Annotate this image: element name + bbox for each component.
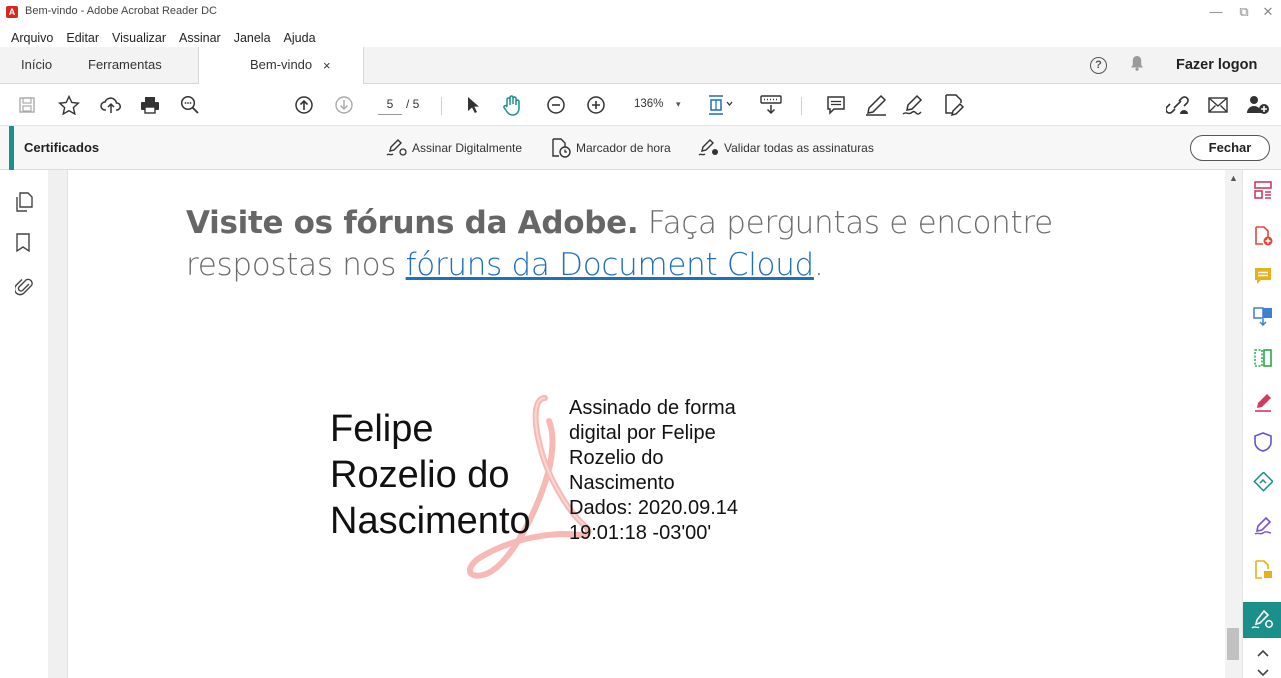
menu-editar[interactable]: Editar bbox=[55, 31, 101, 45]
signer-name-line: Felipe bbox=[330, 408, 434, 450]
scroll-thumb[interactable] bbox=[1227, 628, 1239, 660]
minimize-button[interactable]: — bbox=[1206, 4, 1226, 19]
highlight-pen-icon[interactable] bbox=[864, 93, 888, 117]
main-toolbar: 5 / 5 136% ▾ bbox=[0, 84, 1281, 126]
send-for-review-icon[interactable] bbox=[1253, 471, 1274, 492]
signature-details: Assinado de forma digital por Felipe Roz… bbox=[569, 397, 739, 544]
chevron-up-icon[interactable] bbox=[1257, 648, 1269, 660]
page-number-input[interactable]: 5 bbox=[378, 93, 402, 115]
signer-name: Felipe Rozelio do Nascimento bbox=[330, 406, 531, 544]
sign-pen-icon[interactable] bbox=[902, 93, 928, 117]
search-zoom-icon[interactable] bbox=[180, 93, 200, 117]
email-icon[interactable] bbox=[1208, 93, 1228, 117]
menu-bar: Arquivo Editar Visualizar Assinar Janela… bbox=[0, 31, 318, 45]
compress-pages-icon[interactable] bbox=[1253, 348, 1273, 368]
vertical-scrollbar[interactable]: ▲ bbox=[1225, 170, 1242, 678]
sign-digitally-label: Assinar Digitalmente bbox=[412, 141, 523, 155]
organize-pages-icon[interactable] bbox=[1253, 180, 1273, 200]
share-link-icon[interactable] bbox=[1166, 93, 1190, 117]
tab-bem-vindo-label: Bem-vindo bbox=[250, 57, 313, 72]
chevron-down-icon[interactable] bbox=[1257, 668, 1269, 678]
comment-icon[interactable] bbox=[826, 93, 846, 117]
page-down-icon[interactable] bbox=[334, 93, 354, 117]
menu-ajuda[interactable]: Ajuda bbox=[273, 31, 318, 45]
fill-sign-tool-icon[interactable] bbox=[1253, 392, 1273, 412]
toolbar-divider bbox=[801, 97, 802, 115]
protect-shield-icon[interactable] bbox=[1253, 432, 1273, 452]
zoom-select[interactable]: 136% bbox=[634, 93, 663, 115]
request-signature-icon[interactable] bbox=[1253, 516, 1273, 536]
menu-visualizar[interactable]: Visualizar bbox=[101, 31, 168, 45]
forum-paragraph: Visite os fóruns da Adobe. Faça pergunta… bbox=[186, 202, 1196, 286]
timestamp-icon bbox=[552, 138, 571, 158]
tab-home[interactable]: Início bbox=[21, 47, 52, 84]
left-nav-panel: ◀ bbox=[0, 170, 59, 678]
create-pdf-icon[interactable] bbox=[1253, 226, 1273, 246]
close-tab-icon[interactable]: × bbox=[323, 47, 331, 84]
chevron-down-icon[interactable]: ▾ bbox=[676, 93, 681, 115]
bookmarks-icon[interactable] bbox=[15, 233, 35, 253]
comment-tool-icon[interactable] bbox=[1253, 266, 1273, 286]
acrobat-icon: A bbox=[6, 6, 18, 18]
close-certificates-button[interactable]: Fechar bbox=[1190, 135, 1270, 161]
window-title: Bem-vindo - Adobe Acrobat Reader DC bbox=[25, 5, 217, 17]
sign-digitally-button[interactable]: Assinar Digitalmente bbox=[386, 126, 522, 170]
export-pdf-icon[interactable] bbox=[1253, 306, 1273, 327]
scroll-up-icon[interactable]: ▲ bbox=[1229, 173, 1238, 183]
bookmark-star-icon[interactable] bbox=[58, 93, 80, 117]
tab-bem-vindo[interactable]: Bem-vindo bbox=[198, 47, 364, 85]
attachment-icon[interactable] bbox=[13, 276, 35, 296]
restore-button[interactable]: ⧉ bbox=[1234, 4, 1254, 20]
right-tools-rail bbox=[1242, 170, 1281, 678]
validate-signatures-button[interactable]: Validar todas as assinaturas bbox=[698, 126, 874, 170]
keyboard-scroll-icon[interactable] bbox=[760, 93, 782, 117]
bell-icon[interactable] bbox=[1130, 55, 1144, 75]
page-total: / 5 bbox=[406, 97, 420, 111]
help-icon[interactable]: ? bbox=[1090, 57, 1107, 74]
select-arrow-icon[interactable] bbox=[466, 93, 480, 117]
accent-strip bbox=[9, 126, 14, 170]
certificates-tool-active[interactable] bbox=[1243, 602, 1281, 638]
page-thumbnails-icon[interactable] bbox=[15, 192, 35, 212]
menu-arquivo[interactable]: Arquivo bbox=[0, 31, 55, 45]
hand-tool-icon[interactable] bbox=[500, 93, 524, 117]
signer-name-line: Rozelio do bbox=[330, 454, 510, 496]
validate-signatures-label: Validar todas as assinaturas bbox=[724, 141, 874, 155]
certificate-pen-icon bbox=[1251, 609, 1273, 629]
certificates-bar: Certificados Assinar Digitalmente Marcad… bbox=[0, 126, 1281, 170]
add-user-icon[interactable] bbox=[1246, 93, 1270, 117]
validate-signature-icon bbox=[698, 139, 718, 156]
save-icon[interactable] bbox=[18, 93, 36, 117]
fill-sign-icon[interactable] bbox=[942, 93, 966, 117]
certificate-pen-icon bbox=[386, 139, 407, 156]
print-icon[interactable] bbox=[140, 93, 160, 117]
forum-period: . bbox=[813, 247, 824, 283]
tab-tools[interactable]: Ferramentas bbox=[88, 47, 162, 84]
upload-cloud-icon[interactable] bbox=[100, 93, 122, 117]
zoom-in-icon[interactable] bbox=[586, 93, 606, 117]
tab-bar: Início Ferramentas Bem-vindo × ? Fazer l… bbox=[0, 47, 1281, 85]
toolbar-divider bbox=[441, 97, 442, 115]
timestamp-button[interactable]: Marcador de hora bbox=[550, 126, 671, 170]
document-gutter bbox=[48, 170, 68, 678]
forum-heading: Visite os fóruns da Adobe. bbox=[186, 205, 639, 241]
fill-form-icon[interactable] bbox=[1253, 560, 1273, 580]
timestamp-label: Marcador de hora bbox=[576, 141, 671, 155]
close-window-button[interactable]: ✕ bbox=[1258, 4, 1278, 20]
certificates-title: Certificados bbox=[24, 140, 100, 155]
document-view[interactable]: Visite os fóruns da Adobe. Faça pergunta… bbox=[68, 170, 1225, 678]
title-bar: A Bem-vindo - Adobe Acrobat Reader DC — … bbox=[0, 0, 1281, 30]
logon-button[interactable]: Fazer logon bbox=[1176, 47, 1257, 84]
menu-assinar[interactable]: Assinar bbox=[168, 31, 223, 45]
signer-name-line: Nascimento bbox=[330, 500, 531, 542]
fit-page-icon[interactable] bbox=[706, 93, 734, 117]
page-up-icon[interactable] bbox=[294, 93, 314, 117]
menu-janela[interactable]: Janela bbox=[223, 31, 273, 45]
forum-link[interactable]: fóruns da Document Cloud bbox=[406, 247, 815, 283]
zoom-out-icon[interactable] bbox=[546, 93, 566, 117]
